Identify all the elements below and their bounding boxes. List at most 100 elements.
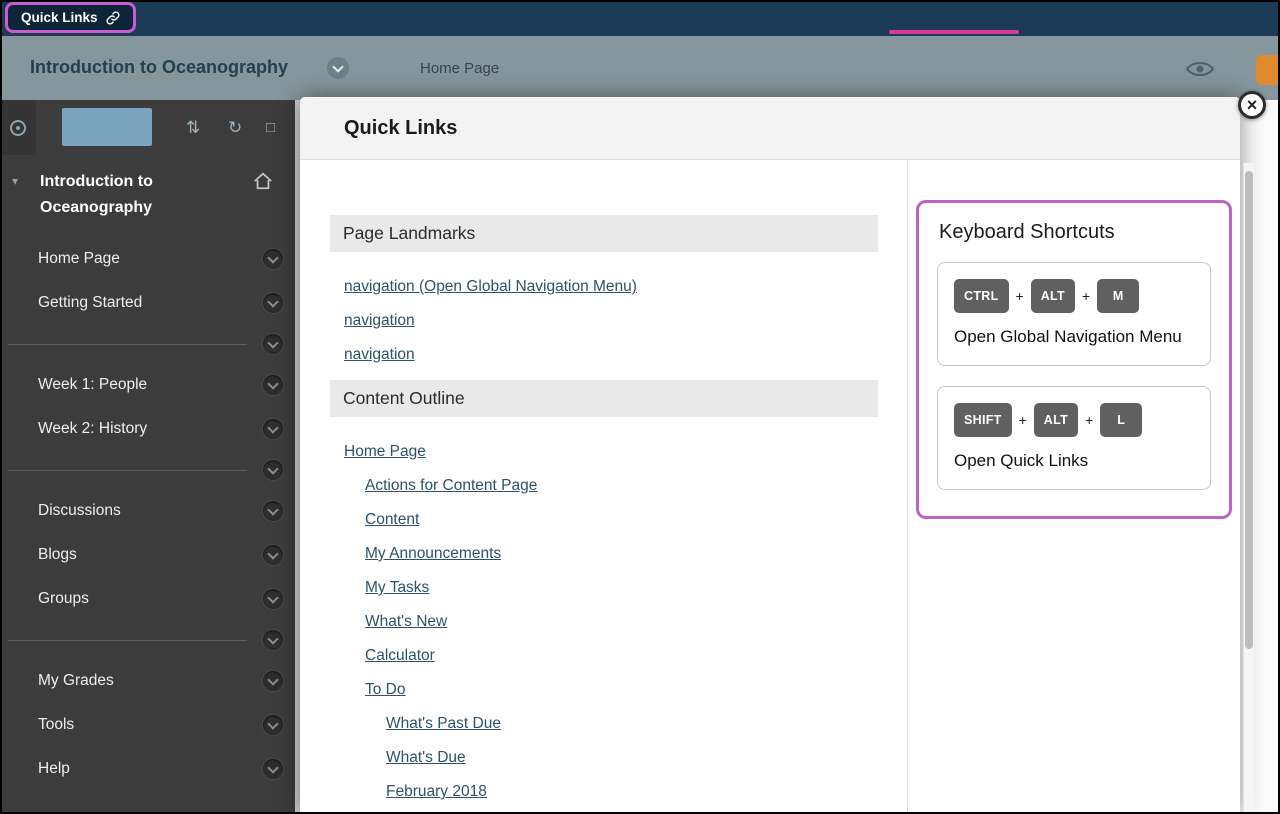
sidebar-item-label: Blogs xyxy=(38,546,77,564)
course-header: Introduction to Oceanography Home Page xyxy=(0,36,1280,100)
item-chevron-icon[interactable] xyxy=(263,759,283,779)
keys-row: SHIFT + ALT + L xyxy=(954,403,1194,437)
divider-line xyxy=(8,640,247,641)
sidebar-item-groups[interactable]: Groups xyxy=(0,577,295,621)
plus-separator: + xyxy=(1019,412,1027,428)
plus-separator: + xyxy=(1016,288,1024,304)
quick-link[interactable]: navigation xyxy=(330,346,878,364)
sidebar-item-week-1-people[interactable]: Week 1: People xyxy=(0,363,295,407)
sidebar-item-label: Tools xyxy=(38,716,74,734)
quick-link[interactable]: Content xyxy=(330,511,878,529)
sidebar-item-blogs[interactable]: Blogs xyxy=(0,533,295,577)
collapse-menu-button[interactable] xyxy=(0,100,36,155)
item-chevron-icon[interactable] xyxy=(263,334,283,354)
sidebar-menu: Home Page Getting Started Week 1: People We… xyxy=(0,237,295,791)
sidebar-item-week-2-history[interactable]: Week 2: History xyxy=(0,407,295,451)
quick-link[interactable]: Actions for Content Page xyxy=(330,477,878,495)
detach-menu-icon[interactable]: □ xyxy=(266,100,275,155)
sidebar-item-home-page[interactable]: Home Page xyxy=(0,237,295,281)
sidebar-divider xyxy=(0,325,295,363)
sidebar-item-label: Groups xyxy=(38,590,89,608)
sidebar-course-title: Introduction to Oceanography xyxy=(40,169,240,221)
item-chevron-icon[interactable] xyxy=(263,671,283,691)
quick-link[interactable]: navigation (Open Global Navigation Menu) xyxy=(330,278,878,296)
scrollbar-thumb[interactable] xyxy=(1245,171,1253,649)
refresh-icon[interactable]: ↻ xyxy=(228,100,242,155)
key-ctrl: CTRL xyxy=(954,279,1009,313)
keyboard-shortcuts-panel: Keyboard Shortcuts CTRL + ALT + M Open Global… xyxy=(916,200,1232,519)
collapse-caret-icon[interactable]: ▾ xyxy=(10,169,40,221)
top-bar: Quick Links xyxy=(0,0,1280,36)
course-menu-chevron-icon[interactable] xyxy=(327,57,349,79)
edit-mode-icon[interactable] xyxy=(1256,55,1280,85)
item-chevron-icon[interactable] xyxy=(263,293,283,313)
item-chevron-icon[interactable] xyxy=(263,249,283,269)
quick-links-modal: Quick Links Page Landmarks navigation (Op… xyxy=(300,97,1240,814)
item-chevron-icon[interactable] xyxy=(263,419,283,439)
shortcut-card: SHIFT + ALT + L Open Quick Links xyxy=(937,386,1211,490)
section-heading: Page Landmarks xyxy=(330,215,878,252)
shortcut-cards: CTRL + ALT + M Open Global Navigation Menu SHI… xyxy=(937,262,1211,490)
sidebar-item-discussions[interactable]: Discussions xyxy=(0,489,295,533)
quick-link[interactable]: navigation xyxy=(330,312,878,330)
sidebar-item-label: Home Page xyxy=(38,250,120,268)
modal-header: Quick Links xyxy=(300,97,1240,160)
sidebar-item-label: Week 2: History xyxy=(38,420,147,438)
shortcut-description: Open Quick Links xyxy=(954,450,1194,473)
modal-links-column: Page Landmarks navigation (Open Global Na… xyxy=(300,160,907,814)
quick-link[interactable]: What's Past Due xyxy=(330,715,878,733)
quick-link[interactable]: My Announcements xyxy=(330,545,878,563)
quick-link[interactable]: What's Due xyxy=(330,749,878,767)
scrollbar[interactable] xyxy=(1243,163,1254,814)
key-m: M xyxy=(1097,279,1139,313)
sidebar-toolbar: ⇅ ↻ □ xyxy=(0,100,295,155)
quick-link[interactable]: Home Page xyxy=(330,443,878,461)
sidebar: ⇅ ↻ □ ▾ Introduction to Oceanography Hom… xyxy=(0,100,295,814)
link-icon xyxy=(106,11,120,25)
quick-link[interactable]: What's New xyxy=(330,613,878,631)
item-chevron-icon[interactable] xyxy=(263,545,283,565)
sidebar-item-label: Help xyxy=(38,760,70,778)
sidebar-item-help[interactable]: Help xyxy=(0,747,295,791)
key-alt: ALT xyxy=(1031,279,1075,313)
breadcrumb-page-name: Home Page xyxy=(420,60,499,77)
shortcut-card: CTRL + ALT + M Open Global Navigation Menu xyxy=(937,262,1211,366)
item-chevron-icon[interactable] xyxy=(263,589,283,609)
sidebar-item-tools[interactable]: Tools xyxy=(0,703,295,747)
key-l: L xyxy=(1100,403,1142,437)
quick-link[interactable]: To Do xyxy=(330,681,878,699)
item-chevron-icon[interactable] xyxy=(263,501,283,521)
sidebar-item-my-grades[interactable]: My Grades xyxy=(0,659,295,703)
key-alt: ALT xyxy=(1034,403,1078,437)
plus-separator: + xyxy=(1082,288,1090,304)
sidebar-item-label: Discussions xyxy=(38,502,121,520)
plus-separator: + xyxy=(1085,412,1093,428)
home-icon[interactable] xyxy=(240,169,274,221)
sidebar-item-label: Week 1: People xyxy=(38,376,147,394)
student-preview-eye-icon[interactable] xyxy=(1185,59,1215,84)
quick-link[interactable]: My Tasks xyxy=(330,579,878,597)
quick-links-button[interactable]: Quick Links xyxy=(5,2,136,33)
sidebar-course-block: ▾ Introduction to Oceanography xyxy=(0,155,295,237)
menu-view-highlight[interactable] xyxy=(62,108,152,146)
divider-line xyxy=(8,344,247,345)
close-button[interactable]: × xyxy=(1238,91,1266,119)
shortcut-description: Open Global Navigation Menu xyxy=(954,326,1194,349)
sidebar-item-label: My Grades xyxy=(38,672,114,690)
link-list: navigation (Open Global Navigation Menu)… xyxy=(330,272,878,364)
link-list: Home Page Actions for Content Page Content… xyxy=(330,437,878,801)
divider-line xyxy=(8,470,247,471)
quick-links-label: Quick Links xyxy=(21,10,98,25)
sidebar-item-getting-started[interactable]: Getting Started xyxy=(0,281,295,325)
item-chevron-icon[interactable] xyxy=(263,630,283,650)
modal-body: Page Landmarks navigation (Open Global Na… xyxy=(300,160,1240,814)
item-chevron-icon[interactable] xyxy=(263,375,283,395)
key-shift: SHIFT xyxy=(954,403,1012,437)
keys-row: CTRL + ALT + M xyxy=(954,279,1194,313)
sort-icon[interactable]: ⇅ xyxy=(186,100,200,155)
quick-link[interactable]: Calculator xyxy=(330,647,878,665)
quick-link[interactable]: February 2018 xyxy=(330,783,878,801)
item-chevron-icon[interactable] xyxy=(263,460,283,480)
keyboard-shortcuts-heading: Keyboard Shortcuts xyxy=(939,221,1211,244)
item-chevron-icon[interactable] xyxy=(263,715,283,735)
